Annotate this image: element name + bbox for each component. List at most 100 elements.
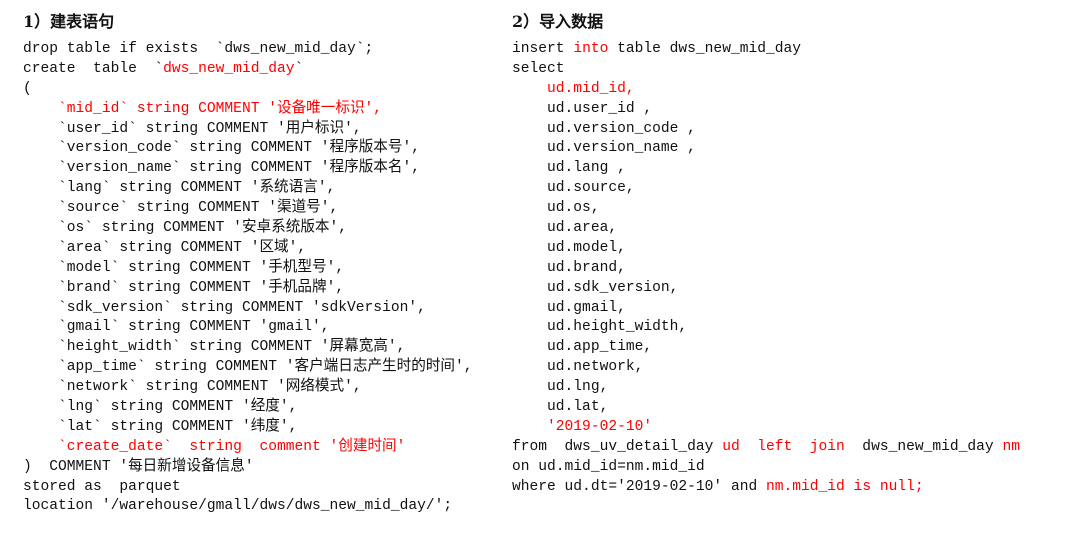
code-line: create table `dws_new_mid_day` <box>23 60 473 80</box>
code-line: ud.model, <box>512 239 1020 259</box>
code-line: where ud.dt='2019-02-10' and nm.mid_id i… <box>512 478 1020 498</box>
code-line: ud.user_id , <box>512 100 1020 120</box>
highlighted-code-token: nm.mid_id is null; <box>765 478 924 495</box>
code-token: ud.sdk_version, <box>512 279 679 296</box>
code-line: stored as parquet <box>23 478 473 498</box>
code-line: ud.os, <box>512 199 1020 219</box>
code-token: ud.source, <box>512 180 635 197</box>
code-line: `model` string COMMENT '手机型号', <box>23 259 473 279</box>
code-token: `brand` string COMMENT '手机品牌', <box>23 279 345 296</box>
code-line: `lat` string COMMENT '纬度', <box>23 418 473 438</box>
code-line: `height_width` string COMMENT '屏幕宽高', <box>23 338 473 358</box>
code-line: `user_id` string COMMENT '用户标识', <box>23 120 473 140</box>
code-token: location '/warehouse/gmall/dws/dws_new_m… <box>23 498 453 515</box>
code-token: `source` string COMMENT '渠道号', <box>23 200 339 217</box>
code-token: where ud.dt='2019-02-10' and <box>512 478 766 495</box>
code-line: ud.source, <box>512 179 1020 199</box>
code-token: `os` string COMMENT '安卓系统版本', <box>23 220 348 237</box>
highlighted-code-token: nm <box>1002 438 1020 455</box>
code-token: stored as parquet <box>23 478 181 495</box>
code-line: ud.sdk_version, <box>512 279 1020 299</box>
code-token: `version_code` string COMMENT '程序版本号', <box>23 140 421 157</box>
code-token: ud.brand, <box>512 259 626 276</box>
code-line: `sdk_version` string COMMENT 'sdkVersion… <box>23 299 473 319</box>
code-token: `user_id` string COMMENT '用户标识', <box>23 120 362 137</box>
highlighted-code-token: ud left join <box>722 438 845 455</box>
code-token: from dws_uv_detail_day <box>512 438 723 455</box>
code-line: `source` string COMMENT '渠道号', <box>23 199 473 219</box>
code-token: `gmail` string COMMENT 'gmail', <box>23 319 330 336</box>
code-token: insert <box>512 41 574 57</box>
code-line: `brand` string COMMENT '手机品牌', <box>23 279 473 299</box>
code-token: `app_time` string COMMENT '客户端日志产生时的时间', <box>23 359 473 376</box>
code-token: select <box>512 60 565 77</box>
code-token: `height_width` string COMMENT '屏幕宽高', <box>23 339 406 356</box>
code-line: ud.lang , <box>512 159 1020 179</box>
code-token: dws_new_mid_day <box>844 438 1003 455</box>
code-token: ud.lat, <box>512 399 609 416</box>
code-line: `lng` string COMMENT '经度', <box>23 398 473 418</box>
code-token: ud.gmail, <box>512 299 626 316</box>
code-token: on ud.mid_id=nm.mid_id <box>512 458 705 475</box>
code-line: `lang` string COMMENT '系统语言', <box>23 179 473 199</box>
code-token: `sdk_version` string COMMENT 'sdkVersion… <box>23 299 426 316</box>
code-token: `model` string COMMENT '手机型号', <box>23 259 345 276</box>
code-line: `gmail` string COMMENT 'gmail', <box>23 318 473 338</box>
code-token: `lng` string COMMENT '经度', <box>23 399 298 416</box>
code-line: `network` string COMMENT '网络模式', <box>23 378 473 398</box>
code-token: ( <box>23 80 32 97</box>
code-line: ud.area, <box>512 219 1020 239</box>
code-token: `network` string COMMENT '网络模式', <box>23 379 362 396</box>
code-line: location '/warehouse/gmall/dws/dws_new_m… <box>23 497 473 517</box>
code-line: `area` string COMMENT '区域', <box>23 239 473 259</box>
code-token: ud.version_name , <box>512 140 696 157</box>
code-token: drop table if exists `dws_new_mid_day`; <box>23 41 374 57</box>
code-line: insert into table dws_new_mid_day <box>512 40 1020 60</box>
code-token: `version_name` string COMMENT '程序版本名', <box>23 160 421 177</box>
code-line: ud.version_name , <box>512 139 1020 159</box>
highlighted-code-token: '2019-02-10' <box>547 418 653 435</box>
code-token: ) COMMENT '每日新增设备信息' <box>23 458 254 475</box>
section-heading: 2）导入数据 <box>512 12 604 31</box>
code-token: ud.version_code , <box>512 120 696 137</box>
code-token: `area` string COMMENT '区域', <box>23 239 307 256</box>
code-token: ud.app_time, <box>512 339 653 356</box>
code-line: `version_code` string COMMENT '程序版本号', <box>23 139 473 159</box>
highlighted-code-token: dws_new_mid_day <box>163 60 295 77</box>
section-heading: 1）建表语句 <box>23 12 115 31</box>
code-line: ) COMMENT '每日新增设备信息' <box>23 458 473 478</box>
code-token: ud.area, <box>512 220 618 237</box>
insert-data-code: insert into table dws_new_mid_day select … <box>512 40 1020 497</box>
code-token: ` <box>294 60 304 77</box>
code-line: `mid_id` string COMMENT '设备唯一标识', <box>23 100 473 120</box>
create-table-code: drop table if exists `dws_new_mid_day`;c… <box>23 40 473 517</box>
highlighted-code-token: `mid_id` string COMMENT '设备唯一标识', <box>58 100 383 117</box>
highlighted-code-token: into <box>573 41 609 57</box>
code-line: ud.gmail, <box>512 299 1020 319</box>
code-line: ( <box>23 80 473 100</box>
code-token: ud.model, <box>512 239 626 256</box>
code-line: ud.mid_id, <box>512 80 1020 100</box>
code-line: `os` string COMMENT '安卓系统版本', <box>23 219 473 239</box>
code-line: ud.lng, <box>512 378 1020 398</box>
code-line: `create_date` string comment '创建时间' <box>23 438 473 458</box>
code-line: from dws_uv_detail_day ud left join dws_… <box>512 438 1020 458</box>
code-token: ud.os, <box>512 200 600 217</box>
code-line: ud.height_width, <box>512 318 1020 338</box>
code-line: drop table if exists `dws_new_mid_day`; <box>23 40 473 60</box>
code-line: ud.app_time, <box>512 338 1020 358</box>
code-token: create table ` <box>23 60 164 77</box>
code-line: on ud.mid_id=nm.mid_id <box>512 458 1020 478</box>
code-token: `lat` string COMMENT '纬度', <box>23 418 298 435</box>
code-line: select <box>512 60 1020 80</box>
code-token: `lang` string COMMENT '系统语言', <box>23 180 336 197</box>
code-token: ud.user_id , <box>512 100 653 117</box>
code-line: ud.version_code , <box>512 120 1020 140</box>
code-line: ud.network, <box>512 358 1020 378</box>
code-token: ud.lang , <box>512 160 626 177</box>
code-token: ud.height_width, <box>512 319 688 336</box>
